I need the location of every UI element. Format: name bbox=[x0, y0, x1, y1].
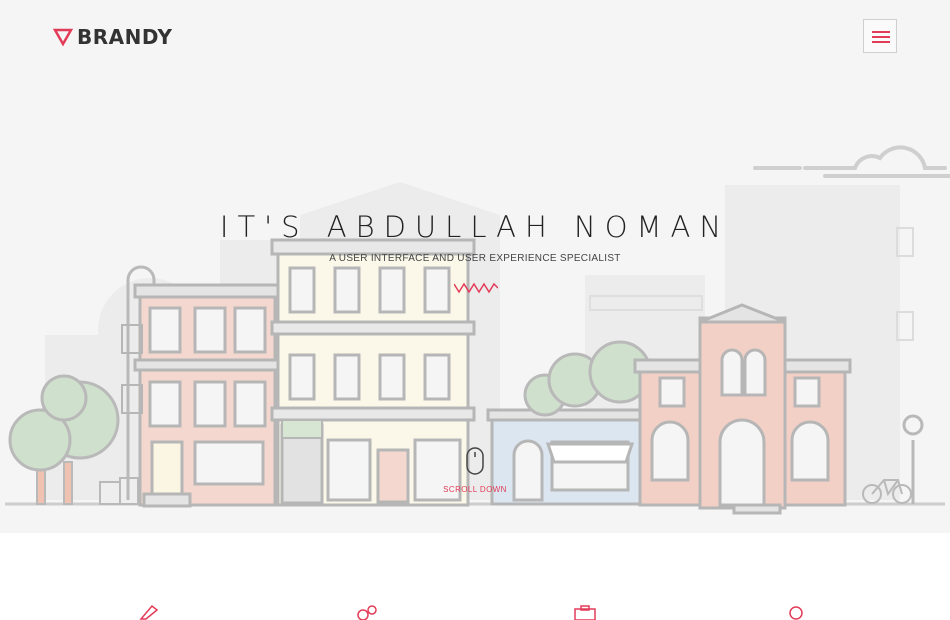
zigzag-divider-icon bbox=[454, 282, 498, 294]
gears-icon bbox=[357, 605, 377, 620]
brand-logo[interactable]: BRANDY bbox=[53, 25, 173, 49]
mouse-scroll-icon[interactable] bbox=[466, 447, 484, 475]
pencil-icon bbox=[139, 604, 159, 620]
services-section bbox=[0, 533, 950, 620]
hero-title: IT'S ABDULLAH NOMAN bbox=[219, 210, 731, 244]
brand-name: BRANDY bbox=[77, 25, 173, 49]
triangle-logo-icon bbox=[53, 28, 73, 47]
hero-subtitle: A USER INTERFACE AND USER EXPERIENCE SPE… bbox=[329, 253, 621, 264]
search-icon bbox=[789, 606, 803, 620]
camera-icon bbox=[574, 605, 596, 620]
menu-button[interactable] bbox=[863, 19, 897, 53]
hero-section: BRANDY IT'S ABDULLAH NOMAN A USER INTERF… bbox=[0, 0, 950, 533]
scroll-down-link[interactable]: SCROLL DOWN bbox=[0, 485, 950, 494]
